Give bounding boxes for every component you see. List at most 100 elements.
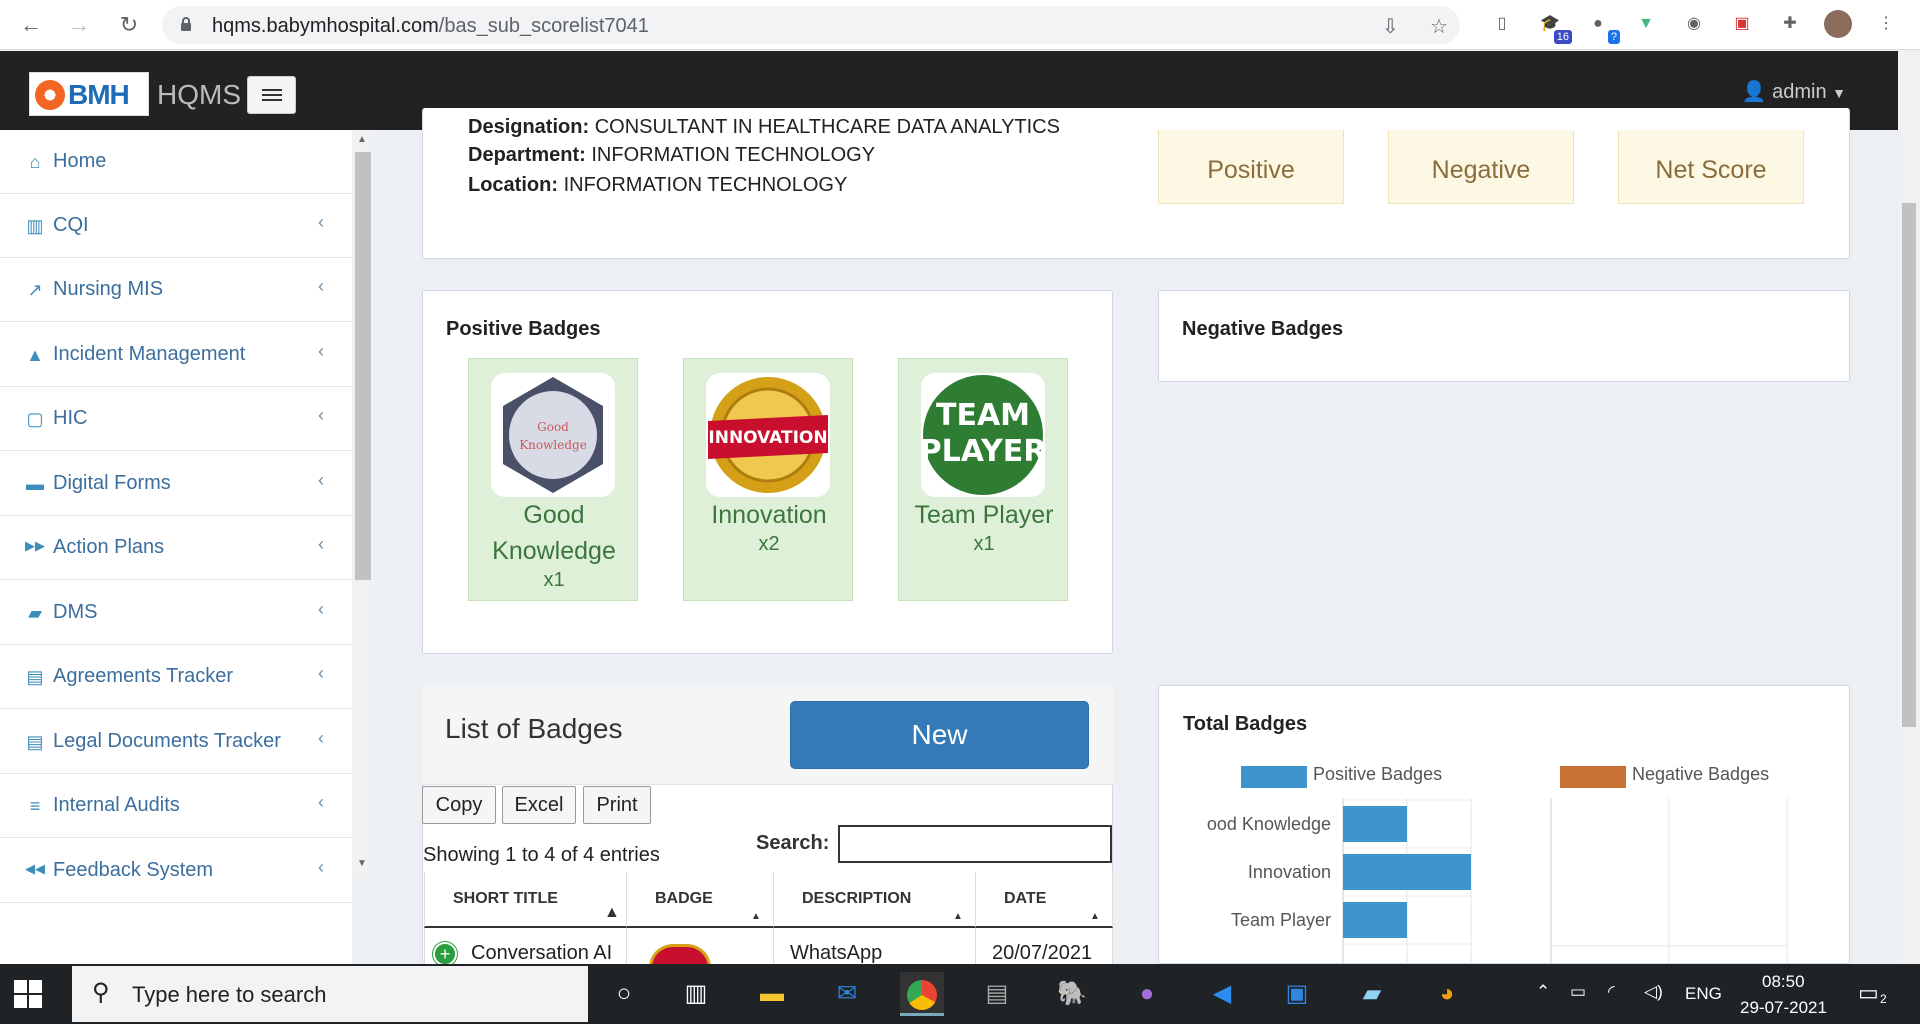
sidebar-item-internal-audits[interactable]: ≡ Internal Audits ‹ xyxy=(0,774,352,838)
svg-text:TEAM: TEAM xyxy=(936,398,1030,433)
column-short-title[interactable]: SHORT TITLE ▲ xyxy=(424,872,626,928)
bmh-logo[interactable]: BMH xyxy=(29,72,149,116)
sidebar-item-label: Agreements Tracker xyxy=(53,665,234,687)
postgres-icon[interactable]: 🐘 xyxy=(1050,972,1094,1016)
address-bar[interactable]: hqms.babymhospital.com/bas_sub_scorelist… xyxy=(162,6,1460,44)
expand-row-icon[interactable]: + xyxy=(433,942,457,966)
search-input[interactable] xyxy=(838,825,1112,863)
puzzle-icon[interactable]: ✚ xyxy=(1776,10,1804,38)
tick-label: Team Player xyxy=(1231,910,1331,930)
new-badge-button[interactable]: New xyxy=(790,701,1089,769)
print-button[interactable]: Print xyxy=(583,786,651,824)
chevron-left-icon: ‹ xyxy=(318,341,324,361)
tick-label: Innovation xyxy=(1248,862,1331,882)
office-extension-icon[interactable]: ▯ xyxy=(1488,10,1516,38)
meeting-extension-icon[interactable]: ▣ xyxy=(1728,10,1756,38)
chrome-icon[interactable] xyxy=(900,972,944,1016)
back-icon[interactable]: ← xyxy=(14,8,48,42)
sidebar-item-incident-management[interactable]: ▲ Incident Management ‹ xyxy=(0,323,352,387)
task-manager-icon[interactable]: ▤ xyxy=(975,972,1019,1016)
notepad-icon[interactable]: ▰ xyxy=(1350,972,1394,1016)
notification-icon[interactable]: ▭ xyxy=(1858,980,1879,1006)
chevron-left-icon: ‹ xyxy=(318,792,324,812)
windows-start-icon[interactable] xyxy=(14,980,42,1008)
volume-icon[interactable]: ◁) xyxy=(1644,982,1663,1002)
excel-button[interactable]: Excel xyxy=(502,786,576,824)
graduation-extension-icon[interactable]: 🎓 16 xyxy=(1536,10,1572,44)
chevron-left-icon: ‹ xyxy=(318,728,324,748)
sidebar-item-agreements-tracker[interactable]: ▤ Agreements Tracker ‹ xyxy=(0,645,352,709)
location-extension-icon[interactable]: ◉ xyxy=(1680,10,1708,38)
chevron-left-icon: ‹ xyxy=(318,212,324,232)
star-icon[interactable]: ☆ xyxy=(1430,14,1448,39)
sidebar-item-dms[interactable]: ▰ DMS ‹ xyxy=(0,581,352,645)
sidebar-scrollbar[interactable]: ▲ ▼ xyxy=(352,130,374,878)
column-date[interactable]: DATE ▲ xyxy=(975,872,1113,928)
wifi-icon[interactable]: ◜ xyxy=(1608,982,1615,1002)
column-description[interactable]: DESCRIPTION ▲ xyxy=(773,872,975,928)
negative-score-box: Negative xyxy=(1388,130,1574,204)
badge-tile-good-knowledge[interactable]: Good Knowledge Good Knowledge x1 xyxy=(468,358,638,601)
bar-positive-2 xyxy=(1343,902,1407,938)
svg-text:Knowledge: Knowledge xyxy=(519,438,587,452)
badge-tile-team-player[interactable]: TEAM PLAYER Team Player x1 xyxy=(898,358,1068,601)
scroll-up-icon[interactable]: ▲ xyxy=(357,134,367,145)
reload-icon[interactable]: ↻ xyxy=(112,8,146,42)
mail-icon[interactable]: ✉ xyxy=(825,972,869,1016)
sidebar-item-action-plans[interactable]: ▶▶ Action Plans ‹ xyxy=(0,516,352,580)
clock-time[interactable]: 08:50 xyxy=(1762,972,1805,992)
vue-extension-icon[interactable]: ▼ xyxy=(1632,10,1660,38)
task-view-icon[interactable]: ▥ xyxy=(674,972,718,1016)
chevron-left-icon: ‹ xyxy=(318,599,324,619)
sidebar-item-hic[interactable]: ▢ HIC ‹ xyxy=(0,387,352,451)
file-explorer-icon[interactable]: ▬ xyxy=(750,972,794,1016)
menu-dots-icon[interactable]: ⋮ xyxy=(1872,10,1900,38)
cortana-icon[interactable]: ○ xyxy=(602,972,646,1016)
sidebar-scroll-thumb[interactable] xyxy=(355,152,371,580)
sidebar-toggle-button[interactable] xyxy=(247,76,296,114)
user-menu[interactable]: 👤 admin ▼ xyxy=(1742,79,1846,104)
sidebar-item-label: CQI xyxy=(53,214,89,236)
forward-icon[interactable]: → xyxy=(62,8,96,42)
page-scroll-thumb[interactable] xyxy=(1902,203,1916,727)
sidebar-item-cqi[interactable]: ▥ CQI ‹ xyxy=(0,194,352,258)
vscode-icon[interactable]: ◀ xyxy=(1200,972,1244,1016)
github-icon[interactable]: ● xyxy=(1125,972,1169,1016)
url-text: hqms.babymhospital.com/bas_sub_scorelist… xyxy=(212,15,649,37)
sidebar-item-label: Internal Audits xyxy=(53,794,180,816)
file-icon: ▤ xyxy=(26,732,44,752)
sidebar-item-digital-forms[interactable]: ▬ Digital Forms ‹ xyxy=(0,452,352,516)
scroll-down-icon[interactable]: ▼ xyxy=(357,858,367,869)
warning-icon: ▲ xyxy=(26,345,44,365)
tray-expand-icon[interactable]: ⌃ xyxy=(1536,982,1550,1002)
profile-avatar[interactable] xyxy=(1824,10,1852,38)
legend-swatch-positive xyxy=(1241,766,1307,788)
positive-badges-title: Positive Badges xyxy=(446,318,601,340)
sidebar-item-feedback-system[interactable]: ◀◀ Feedback System ‹ xyxy=(0,839,352,903)
svg-text:Good: Good xyxy=(537,420,569,434)
badge-name: Team Player xyxy=(914,501,1054,529)
sidebar-item-nursing-mis[interactable]: ↗ Nursing MIS ‹ xyxy=(0,258,352,322)
page-scrollbar[interactable] xyxy=(1898,51,1920,964)
badge-count: x2 xyxy=(758,533,780,555)
taskbar-search[interactable]: ⚲ Type here to search xyxy=(72,966,588,1022)
battery-icon[interactable]: ▭ xyxy=(1570,982,1586,1002)
photos-icon[interactable]: ▣ xyxy=(1275,972,1319,1016)
badge-tile-innovation[interactable]: INNOVATION Innovation x2 xyxy=(683,358,853,601)
paint-icon[interactable]: ◕ xyxy=(1425,972,1469,1016)
team-player-badge-image: TEAM PLAYER xyxy=(921,373,1045,497)
column-badge[interactable]: BADGE ▲ xyxy=(626,872,773,928)
sidebar-item-label: Action Plans xyxy=(53,536,165,558)
language-indicator[interactable]: ENG xyxy=(1685,984,1722,1004)
legend-negative: Negative Badges xyxy=(1632,764,1770,784)
chat-extension-icon[interactable]: ●? xyxy=(1584,10,1620,44)
good-knowledge-badge-image: Good Knowledge xyxy=(491,373,615,497)
svg-text:INNOVATION: INNOVATION xyxy=(708,428,827,448)
install-icon[interactable]: ⇩ xyxy=(1382,14,1399,39)
copy-button[interactable]: Copy xyxy=(422,786,496,824)
department-line: Department: INFORMATION TECHNOLOGY xyxy=(468,144,876,166)
home-icon: ⌂ xyxy=(29,152,41,172)
sidebar-item-home[interactable]: ⌂ Home xyxy=(0,130,352,194)
sidebar-item-legal-documents-tracker[interactable]: ▤ Legal Documents Tracker ‹ xyxy=(0,710,352,774)
clock-date[interactable]: 29-07-2021 xyxy=(1740,998,1827,1018)
